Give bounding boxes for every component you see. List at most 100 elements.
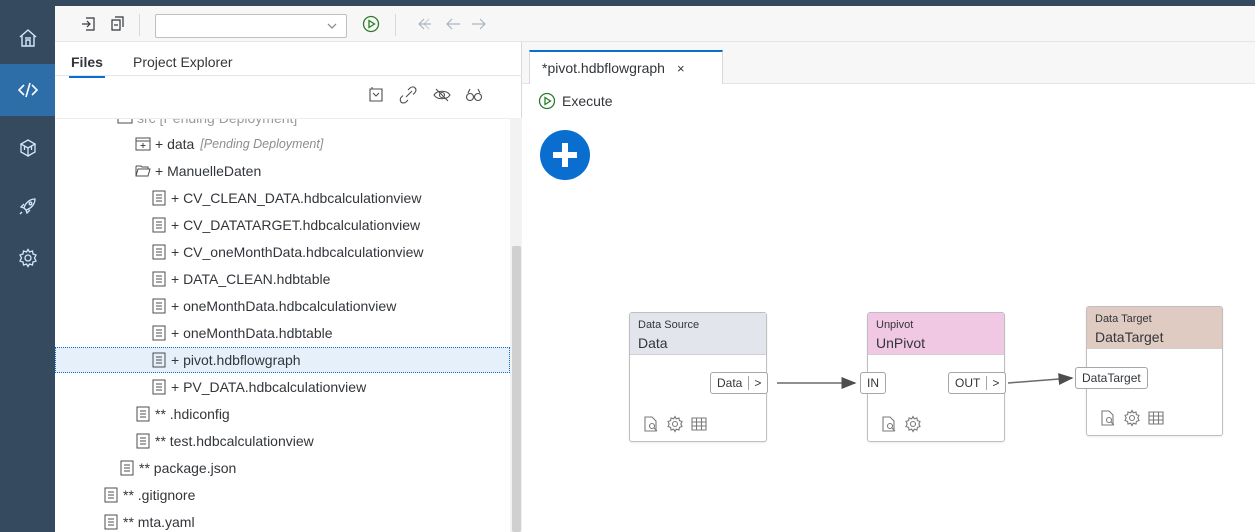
skip-back-icon [418, 18, 431, 30]
tree-item-file[interactable]: + CV_oneMonthData.hdbcalculationview [55, 239, 510, 265]
editor-tab-label: *pivot.hdbflowgraph [542, 60, 665, 76]
tree-item-file[interactable]: ** .hdiconfig [55, 401, 510, 427]
node-name-label: DataTarget [1095, 329, 1164, 345]
table-icon[interactable] [690, 415, 708, 433]
rocket-icon [19, 198, 36, 215]
arrow-left-icon [446, 18, 460, 30]
file-icon [151, 244, 167, 260]
main-toolbar [55, 6, 1255, 42]
tree-item-manuelledaten[interactable]: + ManuelleDaten [55, 158, 510, 184]
tab-files[interactable]: Files [69, 54, 105, 78]
input-port-in[interactable]: IN [860, 372, 886, 394]
tree-item-label: + PV_DATA.hdbcalculationview [171, 379, 367, 395]
tree-item-label: + oneMonthData.hdbcalculationview [171, 298, 397, 314]
link-icon [399, 86, 417, 104]
file-icon [103, 514, 119, 530]
file-icon [151, 217, 167, 233]
node-type-label: Unpivot [876, 319, 914, 331]
rail-settings[interactable] [0, 232, 55, 284]
tree-item-label: + CV_CLEAN_DATA.hdbcalculationview [171, 190, 422, 206]
panel-icon-bar [55, 86, 522, 106]
tree-item-label: + CV_DATATARGET.hdbcalculationview [171, 217, 421, 233]
link-editor-button[interactable] [399, 86, 419, 106]
search-doc-icon[interactable] [880, 415, 898, 433]
tree-item-file[interactable]: + oneMonthData.hdbtable [55, 320, 510, 346]
flowgraph-canvas[interactable]: Execute Data Source Data Data > Unpivot … [522, 84, 1255, 532]
tree-item-label: ** .gitignore [123, 487, 196, 503]
output-port-out[interactable]: OUT > [948, 372, 1007, 394]
folder-open-icon [135, 163, 151, 179]
node-data-target[interactable]: Data Target DataTarget DataTarget [1075, 306, 1223, 436]
collapse-button[interactable] [79, 14, 99, 34]
tree-item-file[interactable]: ** test.hdbcalculationview [55, 428, 510, 454]
tree-item-label: ** package.json [139, 460, 237, 476]
hide-hidden-files-button[interactable] [433, 86, 453, 106]
tree-item-label: + CV_oneMonthData.hdbcalculationview [171, 244, 424, 260]
tree-item-file[interactable]: ** mta.yaml [55, 509, 510, 532]
node-header: Data Target DataTarget [1087, 307, 1222, 349]
tree-item-label: + oneMonthData.hdbtable [171, 325, 333, 341]
tree-item-file[interactable]: + CV_CLEAN_DATA.hdbcalculationview [55, 185, 510, 211]
settings-icon[interactable] [1123, 409, 1141, 427]
tree-item-file[interactable]: + CV_DATATARGET.hdbcalculationview [55, 212, 510, 238]
files-panel: Files Project Explorer src [Pending Depl… [55, 42, 522, 532]
run-configuration-select[interactable] [155, 14, 347, 38]
search-doc-icon[interactable] [642, 415, 660, 433]
arrow-right-icon [472, 18, 486, 30]
node-unpivot[interactable]: Unpivot UnPivot IN OUT > [860, 312, 1007, 442]
file-icon [135, 406, 151, 422]
node-name-label: Data [638, 335, 668, 351]
collapse-all-icon [369, 87, 383, 102]
file-icon [151, 190, 167, 206]
first-button[interactable] [415, 14, 435, 34]
tree-item-data[interactable]: + data [Pending Deployment] [55, 131, 510, 157]
settings-icon[interactable] [904, 415, 922, 433]
tree-item-src[interactable]: src [Pending Deployment] [55, 119, 510, 131]
node-data-source[interactable]: Data Source Data Data > [629, 312, 769, 442]
tree-item-file-selected[interactable]: + pivot.hdbflowgraph [55, 347, 510, 373]
scrollbar-thumb[interactable] [512, 246, 521, 532]
tab-project-explorer[interactable]: Project Explorer [133, 54, 233, 70]
port-label: Data [717, 376, 743, 390]
search-doc-icon[interactable] [1099, 409, 1117, 427]
node-actions [1099, 409, 1165, 427]
port-label: IN [867, 376, 879, 390]
node-header: Data Source Data [630, 313, 766, 355]
table-icon[interactable] [1147, 409, 1165, 427]
output-port-data[interactable]: Data > [710, 372, 769, 394]
input-port-datatarget[interactable]: DataTarget [1075, 367, 1148, 389]
folder-icon [117, 119, 133, 126]
node-type-label: Data Source [638, 319, 700, 331]
preview-button[interactable] [465, 86, 485, 106]
collapse-all-button[interactable] [367, 86, 387, 106]
chevron-right-icon: > [748, 376, 761, 390]
tree-item-file[interactable]: ** package.json [55, 455, 510, 481]
settings-icon[interactable] [666, 415, 684, 433]
expand-button[interactable] [107, 14, 127, 34]
tab-pivot-flowgraph[interactable]: *pivot.hdbflowgraph × [529, 50, 723, 84]
rail-deploy[interactable] [0, 180, 55, 232]
file-icon [135, 433, 151, 449]
eye-off-icon [433, 88, 451, 102]
file-icon [151, 379, 167, 395]
chevron-right-icon: > [986, 376, 999, 390]
tree-item-file[interactable]: + PV_DATA.hdbcalculationview [55, 374, 510, 400]
tree-item-label: ** test.hdbcalculationview [155, 433, 314, 449]
rail-home[interactable] [0, 12, 55, 64]
run-button[interactable] [361, 14, 381, 34]
connection-unpivot-to-target[interactable] [1007, 373, 1074, 386]
node-name-label: UnPivot [876, 335, 926, 351]
tree-item-file[interactable]: + DATA_CLEAN.hdbtable [55, 266, 510, 292]
chevron-down-icon [327, 23, 337, 29]
tree-item-file[interactable]: + oneMonthData.hdbcalculationview [55, 293, 510, 319]
file-icon [151, 271, 167, 287]
back-button[interactable] [443, 14, 463, 34]
panel-tab-strip: Files Project Explorer [55, 42, 522, 78]
rail-database[interactable] [0, 122, 55, 174]
forward-button[interactable] [469, 14, 489, 34]
node-header: Unpivot UnPivot [868, 313, 1004, 355]
tree-scrollbar[interactable] [510, 118, 522, 532]
rail-development[interactable] [0, 64, 55, 116]
close-icon[interactable]: × [677, 61, 685, 76]
tree-item-file[interactable]: ** .gitignore [55, 482, 510, 508]
